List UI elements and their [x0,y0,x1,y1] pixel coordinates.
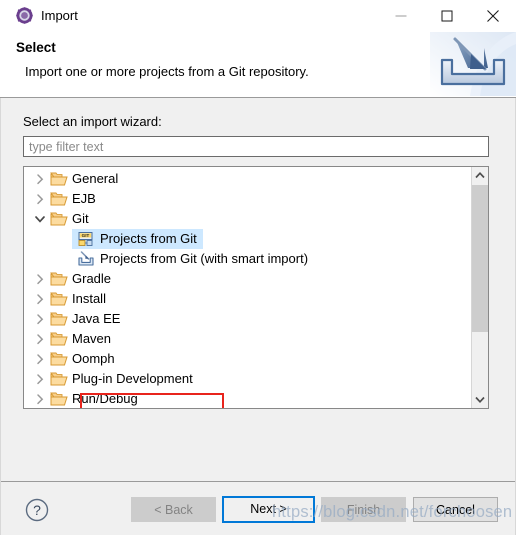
eclipse-import-icon [16,7,33,24]
tree-item[interactable]: General [24,169,472,189]
chevron-right-icon[interactable] [33,189,47,209]
window-title: Import [41,8,78,23]
help-button[interactable]: ? [25,498,49,522]
folder-icon [50,269,68,289]
wizard-header: Select Import one or more projects from … [0,32,516,98]
tree-item-label: Run/Debug [72,391,138,406]
folder-icon [50,369,68,389]
scrollbar-thumb[interactable] [472,185,488,332]
cancel-button[interactable]: Cancel [413,497,498,522]
tree-item[interactable]: Gradle [24,269,472,289]
tree-item-label: Maven [72,331,112,346]
svg-text:GIT: GIT [82,233,90,238]
chevron-up-icon[interactable] [472,167,488,184]
maximize-icon[interactable] [424,0,470,32]
chevron-right-icon[interactable] [33,309,47,329]
chevron-right-icon[interactable] [33,329,47,349]
tree-item[interactable]: EJB [24,189,472,209]
folder-icon [50,189,68,209]
chevron-right-icon[interactable] [33,389,47,408]
dialog-button-bar: ? < Back Next > Finish Cancel [1,481,515,535]
back-button[interactable]: < Back [131,497,216,522]
folder-icon [50,349,68,369]
tree-item-label: Projects from Git (with smart import) [100,251,309,266]
tree-row-list: General EJB Git GIT Projects from Git Project… [24,169,472,408]
svg-text:?: ? [33,502,41,518]
chevron-down-icon[interactable] [472,391,488,408]
import-dialog: Import Select Import one or more project… [0,0,516,535]
finish-button[interactable]: Finish [321,497,406,522]
smart-import-icon [77,249,95,269]
tree-item[interactable]: Projects from Git (with smart import) [24,249,472,269]
title-bar: Import [0,0,516,33]
tree-item-label: EJB [72,191,96,206]
tree-item[interactable]: Run/Debug [24,389,472,408]
folder-icon [50,329,68,349]
filter-input[interactable] [23,136,489,157]
folder-icon [50,169,68,189]
tree-item-label: Java EE [72,311,121,326]
chevron-right-icon[interactable] [33,169,47,189]
tree-item[interactable]: Install [24,289,472,309]
folder-icon [50,289,68,309]
tree-item[interactable]: Git [24,209,472,229]
tree-item-label: Gradle [72,271,112,286]
chevron-right-icon[interactable] [33,369,47,389]
wizard-list-label: Select an import wizard: [23,114,162,129]
tree-item-label: Install [72,291,106,306]
tree-item[interactable]: Maven [24,329,472,349]
close-icon[interactable] [470,0,516,32]
tree-item-label: Oomph [72,351,115,366]
tree-item[interactable]: GIT Projects from Git [24,229,472,249]
page-title: Select [16,40,56,55]
tree-item-label: Git [72,211,89,226]
dialog-content: Select an import wizard: General EJB Git GI… [1,98,515,481]
chevron-down-icon[interactable] [33,209,47,229]
folder-icon [50,209,68,229]
chevron-right-icon[interactable] [33,349,47,369]
tree-item-label: Projects from Git [100,231,197,246]
wizard-tree[interactable]: General EJB Git GIT Projects from Git Project… [23,166,489,409]
tree-vertical-scrollbar[interactable] [471,167,488,408]
tree-item[interactable]: Oomph [24,349,472,369]
tree-item[interactable]: Java EE [24,309,472,329]
tree-item[interactable]: Plug-in Development [24,369,472,389]
minimize-icon[interactable] [378,0,424,32]
chevron-right-icon[interactable] [33,289,47,309]
tree-item-label: Plug-in Development [72,371,193,386]
git-wizard-icon: GIT [77,229,95,249]
import-tray-icon [430,32,516,96]
folder-icon [50,309,68,329]
page-description: Import one or more projects from a Git r… [25,64,309,79]
chevron-right-icon[interactable] [33,269,47,289]
next-button[interactable]: Next > [222,496,315,523]
folder-icon [50,389,68,408]
tree-item-label: General [72,171,119,186]
